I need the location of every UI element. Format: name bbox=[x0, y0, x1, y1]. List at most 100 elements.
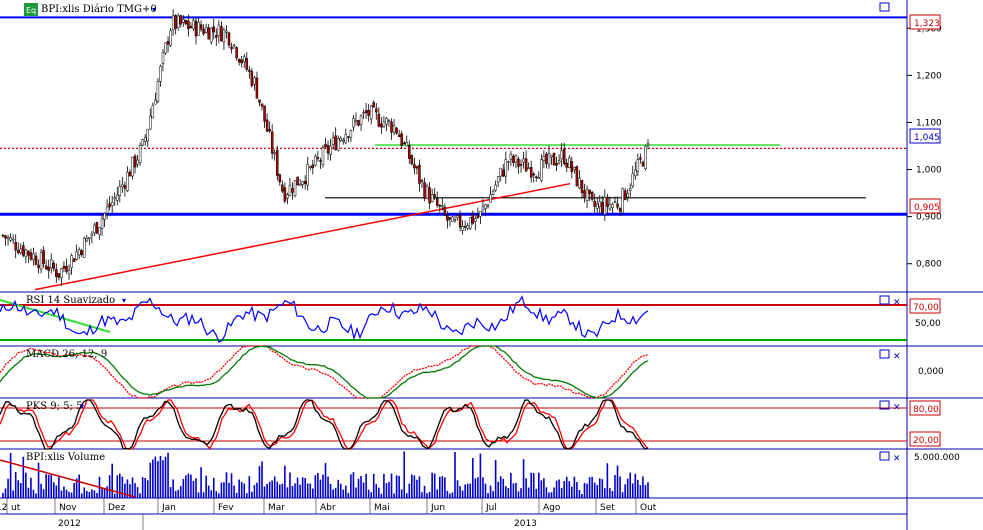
candle-body bbox=[83, 237, 86, 258]
x-month-label: Ago bbox=[543, 503, 561, 513]
candle-body bbox=[402, 142, 406, 145]
volume-bar bbox=[446, 490, 449, 498]
volume-bar bbox=[281, 483, 284, 498]
candle-body bbox=[590, 191, 594, 200]
candle-body bbox=[453, 219, 457, 221]
candle-body bbox=[283, 187, 287, 202]
candle-body bbox=[77, 249, 81, 256]
chart-background bbox=[0, 0, 983, 530]
candle-body bbox=[334, 135, 337, 150]
rsi-dropdown-icon[interactable]: ▾ bbox=[122, 296, 126, 305]
x-month-label: ut bbox=[11, 503, 21, 513]
candle-body bbox=[42, 249, 45, 265]
candle-body bbox=[281, 184, 284, 192]
candle-body bbox=[29, 252, 33, 260]
candle-body bbox=[636, 159, 640, 172]
volume-bar bbox=[60, 490, 63, 498]
candle-body bbox=[260, 103, 264, 107]
candle-body bbox=[438, 204, 442, 207]
volume-bar bbox=[428, 491, 431, 498]
volume-bar bbox=[408, 483, 411, 498]
rsi-close-icon[interactable]: ✕ bbox=[893, 298, 901, 308]
volume-bar bbox=[362, 482, 365, 498]
volume-bar bbox=[525, 478, 527, 498]
x-month-label: Dez bbox=[108, 503, 125, 513]
volume-bar bbox=[235, 492, 238, 498]
volume-bar bbox=[263, 486, 266, 498]
candle-body bbox=[375, 108, 378, 113]
x-year-label: 2013 bbox=[514, 519, 537, 529]
volume-bar bbox=[116, 475, 119, 498]
volume-bar bbox=[96, 493, 98, 498]
volume-bar bbox=[334, 487, 337, 498]
volume-bar bbox=[172, 479, 174, 498]
volume-bar bbox=[4, 488, 7, 498]
candle-body bbox=[197, 21, 200, 36]
candle-body bbox=[194, 20, 198, 37]
volume-bar bbox=[520, 488, 522, 498]
volume-bar bbox=[550, 492, 553, 498]
candle-body bbox=[517, 158, 520, 167]
candle-body bbox=[138, 145, 142, 163]
candle-body bbox=[547, 153, 551, 165]
volume-bar bbox=[251, 491, 253, 498]
candle-body bbox=[527, 167, 530, 170]
macd-close-icon[interactable]: ✕ bbox=[893, 352, 901, 362]
candle-body bbox=[623, 190, 627, 200]
volume-bar bbox=[185, 475, 187, 498]
price-title: BPI:xlis Diário TMG+0 bbox=[41, 4, 157, 15]
volume-bar bbox=[47, 474, 50, 498]
candle-body bbox=[562, 148, 566, 164]
candle-body bbox=[537, 176, 541, 179]
volume-bar bbox=[12, 490, 14, 498]
candle-body bbox=[621, 188, 624, 214]
candle-body bbox=[263, 105, 266, 122]
volume-bar bbox=[65, 489, 68, 498]
candle-body bbox=[631, 173, 635, 187]
candle-body bbox=[34, 255, 38, 265]
candle-body bbox=[347, 136, 350, 138]
volume-bar bbox=[438, 476, 441, 498]
candle-body bbox=[116, 194, 119, 201]
volume-bar bbox=[642, 476, 644, 498]
candle-body bbox=[301, 181, 304, 185]
candle-body bbox=[248, 69, 251, 72]
candle-body bbox=[11, 238, 15, 241]
volume-bar bbox=[499, 476, 502, 498]
volume-bar bbox=[548, 492, 550, 498]
candle-body bbox=[245, 58, 249, 70]
volume-bar bbox=[113, 493, 116, 498]
price-y-tick-label: 1,200 bbox=[916, 71, 942, 81]
volume-bar bbox=[17, 480, 20, 498]
candle-body bbox=[580, 179, 584, 193]
volume-bar bbox=[45, 474, 47, 498]
volume-bar bbox=[479, 453, 482, 498]
volume-bar bbox=[317, 472, 319, 498]
volume-bar bbox=[139, 493, 141, 498]
volume-bar bbox=[532, 473, 535, 498]
volume-bar bbox=[296, 477, 299, 498]
pks-dropdown-icon[interactable]: ▾ bbox=[80, 402, 84, 411]
volume-bar bbox=[644, 485, 647, 498]
candle-body bbox=[489, 194, 492, 203]
volume-close-icon[interactable]: ✕ bbox=[893, 454, 901, 464]
volume-bar bbox=[385, 483, 388, 498]
pks-close-icon[interactable]: ✕ bbox=[893, 403, 901, 413]
candle-body bbox=[70, 255, 73, 269]
candle-body bbox=[461, 226, 464, 231]
candle-body bbox=[72, 258, 76, 263]
candle-body bbox=[255, 77, 259, 99]
volume-bar bbox=[91, 489, 93, 498]
volume-bar bbox=[141, 477, 144, 498]
volume-bar bbox=[306, 483, 309, 498]
x-month-label: Jul bbox=[485, 503, 497, 513]
volume-bar bbox=[631, 483, 634, 498]
price-title-dropdown-icon[interactable]: ▾ bbox=[152, 5, 156, 14]
volume-bar bbox=[502, 478, 505, 498]
x-month-label: Mar bbox=[268, 503, 285, 513]
candle-body bbox=[314, 155, 317, 166]
candle-body bbox=[601, 202, 604, 213]
volume-bar bbox=[220, 482, 223, 498]
volume-bar bbox=[441, 476, 444, 498]
candle-body bbox=[364, 110, 368, 114]
